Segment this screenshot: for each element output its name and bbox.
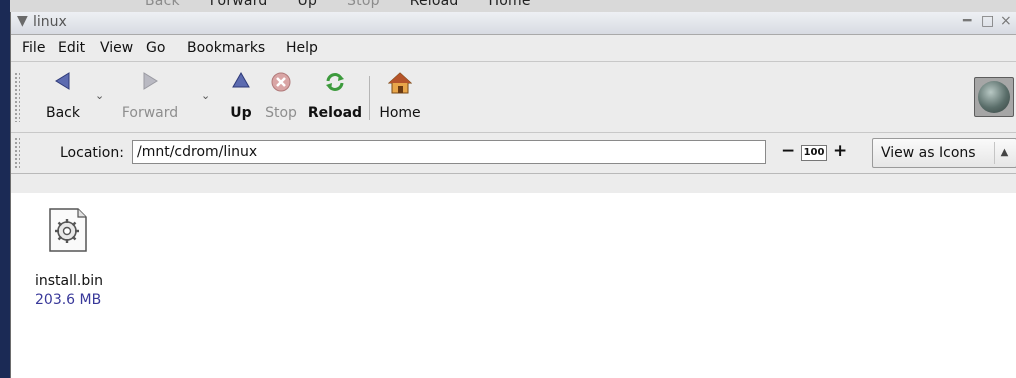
menu-go[interactable]: Go xyxy=(146,40,165,56)
throbber-ball-icon xyxy=(978,81,1010,113)
view-as-selected: View as Icons xyxy=(881,145,976,161)
home-label: Home xyxy=(379,105,421,121)
stop-button[interactable]: Stop xyxy=(259,62,303,132)
reload-button[interactable]: Reload xyxy=(305,62,365,132)
file-view[interactable]: install.bin 203.6 MB xyxy=(11,193,1016,378)
close-icon[interactable]: × xyxy=(1000,13,1012,29)
menu-help[interactable]: Help xyxy=(286,40,318,56)
menu-file[interactable]: File xyxy=(22,40,45,56)
up-arrow-icon xyxy=(232,71,250,92)
menu-bookmarks[interactable]: Bookmarks xyxy=(187,40,265,56)
file-name: install.bin xyxy=(35,273,104,289)
forward-history-dropdown-icon[interactable]: ⌄ xyxy=(201,89,210,102)
up-button[interactable]: Up xyxy=(219,62,263,132)
menu-view[interactable]: View xyxy=(100,40,133,56)
activity-throbber xyxy=(974,77,1014,117)
reload-label: Reload xyxy=(307,105,363,121)
back-label: Back xyxy=(46,105,80,121)
reload-icon xyxy=(324,72,346,96)
zoom-out-button[interactable]: − xyxy=(781,141,795,161)
menu-bar: File Edit View Go Bookmarks Help xyxy=(11,35,1016,62)
back-button[interactable]: Back xyxy=(35,62,91,132)
bg-back-label: Back xyxy=(145,0,180,9)
minimize-icon[interactable]: ━ xyxy=(963,13,971,29)
stop-label: Stop xyxy=(265,105,297,121)
back-history-dropdown-icon[interactable]: ⌄ xyxy=(95,89,104,102)
bg-up-label: Up xyxy=(297,0,318,9)
main-toolbar: Back ⌄ Forward ⌄ Up Stop Reload Home xyxy=(11,62,1016,133)
menu-edit[interactable]: Edit xyxy=(58,40,85,56)
home-icon xyxy=(387,72,413,98)
forward-label: Forward xyxy=(121,105,179,121)
file-size: 203.6 MB xyxy=(35,292,102,308)
select-arrow-icon: ▲ xyxy=(994,142,1014,164)
location-bar-grip[interactable] xyxy=(14,137,20,169)
file-browser-window: ▼ linux ━ □ × File Edit View Go Bookmark… xyxy=(10,12,1016,378)
toolbar-grip[interactable] xyxy=(14,72,20,122)
stop-icon xyxy=(271,72,291,96)
location-bar: Location: − 100 + View as Icons ▲ xyxy=(11,133,1016,174)
window-title: linux xyxy=(33,14,67,30)
forward-button[interactable]: Forward xyxy=(115,62,185,132)
location-label: Location: xyxy=(60,145,124,161)
back-arrow-icon xyxy=(54,72,72,94)
zoom-level[interactable]: 100 xyxy=(801,145,827,161)
location-input[interactable] xyxy=(132,140,766,164)
executable-gear-icon xyxy=(48,207,88,257)
file-item[interactable]: install.bin 203.6 MB xyxy=(13,202,103,312)
bg-home-label: Home xyxy=(488,0,531,9)
title-bar[interactable]: ▼ linux ━ □ × xyxy=(11,12,1016,35)
up-label: Up xyxy=(230,105,252,121)
bg-forward-label: Forward xyxy=(209,0,268,9)
bg-stop-label: Stop xyxy=(347,0,380,9)
view-as-select[interactable]: View as Icons ▲ xyxy=(872,138,1016,168)
home-button[interactable]: Home xyxy=(375,62,425,132)
toolbar-separator xyxy=(369,76,370,120)
maximize-icon[interactable]: □ xyxy=(981,13,994,29)
bg-reload-label: Reload xyxy=(409,0,459,9)
forward-arrow-icon xyxy=(141,72,159,94)
desktop-edge xyxy=(0,0,10,378)
zoom-in-button[interactable]: + xyxy=(833,141,847,161)
window-menu-icon[interactable]: ▼ xyxy=(17,13,28,29)
